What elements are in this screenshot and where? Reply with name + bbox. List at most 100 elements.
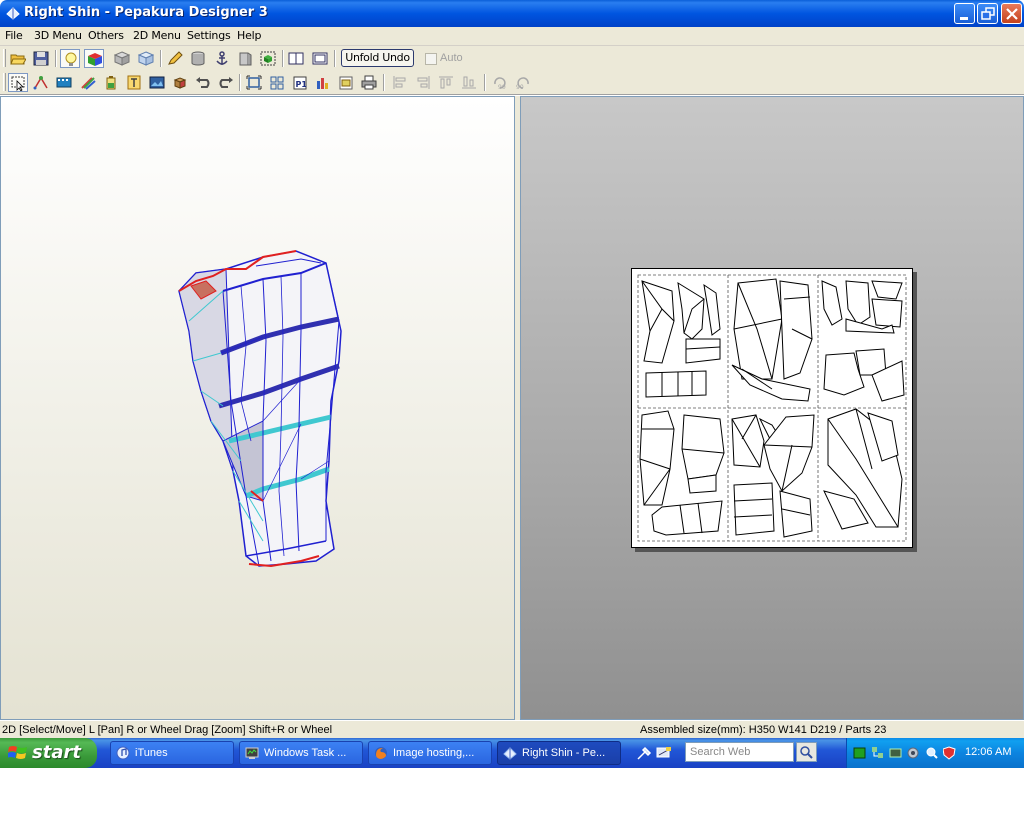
- align-left-button[interactable]: [390, 73, 410, 92]
- menu-others[interactable]: Others: [88, 29, 124, 42]
- open-button[interactable]: [8, 49, 28, 68]
- rotate-parts-button[interactable]: [54, 73, 74, 92]
- redo-button[interactable]: [216, 73, 236, 92]
- tray-clock[interactable]: 12:06 AM: [965, 746, 1011, 758]
- windows-flag-icon: [8, 746, 27, 759]
- align-right-button[interactable]: [413, 73, 433, 92]
- battery-icon: [106, 76, 116, 90]
- pillar-button[interactable]: [235, 49, 255, 68]
- auto-checkbox[interactable]: [425, 53, 437, 65]
- light-toggle-button[interactable]: [60, 49, 80, 68]
- main-toolbar: Unfold Undo Auto: [0, 46, 1024, 70]
- menu-settings[interactable]: Settings: [187, 29, 231, 42]
- rotate-counterclockwise-icon: 90: [516, 77, 529, 90]
- show-faces-button[interactable]: [112, 49, 132, 68]
- 3d-model-shin: [178, 250, 342, 568]
- taskbar-item-label: Right Shin - Pe...: [522, 747, 606, 759]
- taskbar-item-itunes[interactable]: iTunes: [110, 741, 234, 765]
- toolbar-separator: [334, 50, 336, 67]
- edit-toolbar: P1 90 90: [0, 70, 1024, 95]
- bar-layout-icon: [317, 78, 328, 89]
- status-assembled-size: Assembled size(mm): H350 W141 D219 / Par…: [640, 724, 887, 736]
- view-3d-only-button[interactable]: [286, 49, 306, 68]
- restore-button[interactable]: [977, 3, 998, 24]
- layout-button[interactable]: [313, 73, 333, 92]
- select-move-button[interactable]: [8, 73, 28, 92]
- anchor-button[interactable]: [212, 49, 232, 68]
- menu-2d[interactable]: 2D Menu: [133, 29, 181, 42]
- view-2d-only-button[interactable]: [310, 49, 330, 68]
- taskbar-item-label: iTunes: [135, 747, 168, 759]
- grid-icon: [270, 76, 284, 90]
- menu-file[interactable]: File: [5, 29, 23, 42]
- menu-help[interactable]: Help: [237, 29, 261, 42]
- taskbar-item-firefox[interactable]: Image hosting,...: [368, 741, 492, 765]
- close-icon: [1006, 8, 1018, 20]
- minimize-button[interactable]: [954, 3, 975, 24]
- rotate-clockwise-icon: 90: [494, 77, 506, 90]
- magnifier-tray-icon[interactable]: [925, 746, 938, 760]
- pane-right-icon: [312, 52, 328, 65]
- show-back-button[interactable]: [136, 49, 156, 68]
- paper-layout-sheet[interactable]: [631, 268, 913, 548]
- green-app-tray-icon[interactable]: [853, 746, 866, 760]
- itunes-icon: [116, 746, 130, 760]
- search-go-button[interactable]: [796, 742, 817, 762]
- pepakura-icon: [503, 747, 517, 760]
- device-tray-icon[interactable]: [889, 746, 902, 760]
- menu-3d[interactable]: 3D Menu: [34, 29, 82, 42]
- arrange-button[interactable]: [170, 73, 190, 92]
- fit-view-button[interactable]: [244, 73, 264, 92]
- insert-text-button[interactable]: [124, 73, 144, 92]
- insert-image-button[interactable]: [147, 73, 167, 92]
- start-button[interactable]: start: [0, 738, 97, 768]
- toolbar-separator: [160, 50, 162, 67]
- taskbar-item-pepakura[interactable]: Right Shin - Pe...: [497, 741, 621, 765]
- edit-flaps-button[interactable]: [78, 73, 98, 92]
- align-left-icon: [393, 76, 406, 89]
- folder-open-icon: [10, 54, 26, 65]
- save-button[interactable]: [31, 49, 51, 68]
- desktop-toolbar-icon[interactable]: [656, 746, 672, 760]
- 3d-view-pane[interactable]: [0, 96, 515, 720]
- system-tray: 12:06 AM: [846, 738, 1024, 768]
- film-strip-icon: [56, 77, 72, 88]
- pencil-button[interactable]: [165, 49, 185, 68]
- print-button[interactable]: [359, 73, 379, 92]
- texture-toggle-button[interactable]: [84, 49, 104, 68]
- toolbar-grip[interactable]: [3, 49, 6, 67]
- rotate-ccw-90-button[interactable]: 90: [513, 73, 533, 92]
- toolbar-separator: [239, 74, 241, 91]
- print-preview-button[interactable]: [336, 73, 356, 92]
- close-button[interactable]: [1001, 3, 1022, 24]
- print-preview-icon: [339, 76, 353, 90]
- toolbar-grip[interactable]: [3, 73, 6, 91]
- taskbar-item-label: Windows Task ...: [264, 747, 347, 759]
- boxes-icon: [173, 77, 187, 89]
- search-web-input[interactable]: Search Web: [685, 742, 794, 762]
- pane-left-icon: [288, 52, 304, 65]
- rotate-cw-90-button[interactable]: 90: [490, 73, 510, 92]
- minimize-icon: [960, 17, 968, 20]
- select-3d-button[interactable]: [258, 49, 278, 68]
- colored-cube-icon: [88, 53, 102, 66]
- tools-icon[interactable]: [636, 746, 652, 760]
- undo-button[interactable]: [193, 73, 213, 92]
- unfold-undo-button[interactable]: Unfold Undo: [341, 49, 414, 67]
- network-tray-icon[interactable]: [871, 746, 884, 760]
- multi-pencil-icon: [81, 77, 96, 90]
- flap-button[interactable]: [188, 49, 208, 68]
- taskbar-item-task-manager[interactable]: Windows Task ...: [239, 741, 363, 765]
- grid-button[interactable]: [267, 73, 287, 92]
- align-top-button[interactable]: [436, 73, 456, 92]
- text-box-icon: [127, 75, 141, 90]
- page-number-button[interactable]: P1: [290, 73, 310, 92]
- volume-tray-icon[interactable]: [907, 746, 920, 760]
- security-shield-tray-icon[interactable]: [943, 746, 956, 760]
- join-edges-button[interactable]: [31, 73, 51, 92]
- text-button[interactable]: [101, 73, 121, 92]
- align-right-icon: [417, 76, 430, 89]
- align-bottom-button[interactable]: [459, 73, 479, 92]
- toolbar-separator: [55, 50, 57, 67]
- fit-frame-icon: [246, 75, 262, 90]
